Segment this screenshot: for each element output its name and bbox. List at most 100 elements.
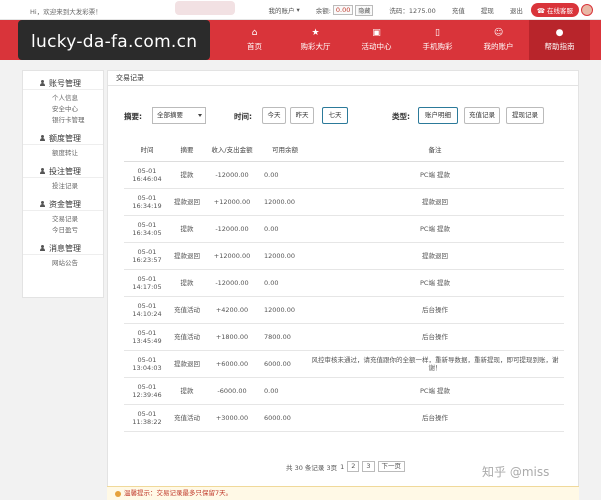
hide-balance-button[interactable]: 隐藏 xyxy=(355,4,374,16)
cell-balance: 6000.00 xyxy=(260,404,306,432)
column-header: 摘要 xyxy=(170,139,204,162)
cell-amount: -12000.00 xyxy=(204,269,260,297)
cell-balance: 12000.00 xyxy=(260,188,306,216)
filter-bar: 摘要: 全部摘要 时间: 今天 昨天 七天 类型: 账户明细 充值记录 提现记录 xyxy=(124,105,564,127)
info-icon xyxy=(115,490,121,497)
page-1-link[interactable]: 1 xyxy=(340,463,344,471)
cell-balance: 7800.00 xyxy=(260,323,306,351)
chevron-down-icon: ▾ xyxy=(296,6,300,14)
user-icon xyxy=(39,167,46,175)
cell-amount: -12000.00 xyxy=(204,161,260,189)
home-icon: ⌂ xyxy=(251,27,258,38)
cell-summary: 提款 xyxy=(170,377,204,405)
cell-note: 后台操作 xyxy=(306,404,564,432)
watermark: 知乎 @miss xyxy=(482,465,550,479)
notice-text: 温馨提示：交易记录最多只保留7天。 xyxy=(124,489,233,497)
cell-summary: 充值活动 xyxy=(170,404,204,432)
cell-time: 05-01 14:10:24 xyxy=(124,296,170,324)
sidebar-item-today-pnl[interactable]: 今日盈亏 xyxy=(23,225,103,236)
my-account-menu[interactable]: 我的账户 ▾ xyxy=(260,5,307,15)
type-withdraw-records-button[interactable]: 提现记录 xyxy=(506,107,544,124)
nav-label: 首页 xyxy=(247,41,262,51)
top-bar: Hi，欢迎来到大发彩票！ 我的账户 ▾ 余额: 0.00 隐藏 洗码：1275.… xyxy=(0,0,601,20)
nav-item-promotions[interactable]: ▣ 活动中心 xyxy=(346,20,407,60)
table-row: 05-01 16:23:57 提款退回 +12000.00 12000.00 提… xyxy=(124,242,564,270)
cell-summary: 提款 xyxy=(170,215,204,243)
cell-amount: +4200.00 xyxy=(204,296,260,324)
sidebar-group-title[interactable]: 投注管理 xyxy=(23,165,103,178)
sidebar-item-announcements[interactable]: 网站公告 xyxy=(23,258,103,269)
balance-area: 余额: 0.00 隐藏 xyxy=(308,4,382,16)
nav-label: 我的账户 xyxy=(483,41,514,51)
avatar[interactable] xyxy=(581,4,593,16)
nav-item-my-account[interactable]: ☺ 我的账户 xyxy=(468,20,529,60)
nav-item-home[interactable]: ⌂ 首页 xyxy=(224,20,285,60)
customer-service-button[interactable]: ☎ 在线客服 xyxy=(530,3,579,17)
cell-balance: 0.00 xyxy=(260,377,306,405)
page-2-button[interactable]: 2 xyxy=(347,461,360,472)
cell-amount: +6000.00 xyxy=(204,350,260,378)
nav-item-lottery-hall[interactable]: ★ 购彩大厅 xyxy=(285,20,346,60)
summary-select[interactable]: 全部摘要 xyxy=(152,107,206,124)
cell-time: 05-01 16:34:19 xyxy=(124,188,170,216)
cell-summary: 充值活动 xyxy=(170,323,204,351)
help-icon: ● xyxy=(555,27,564,38)
sidebar-item-profile[interactable]: 个人信息 xyxy=(23,93,103,104)
cell-balance: 0.00 xyxy=(260,215,306,243)
cell-summary: 充值活动 xyxy=(170,296,204,324)
cell-balance: 12000.00 xyxy=(260,242,306,270)
sidebar-item-quota-transfer[interactable]: 额度转让 xyxy=(23,148,103,159)
sidebar-group-title[interactable]: 消息管理 xyxy=(23,242,103,255)
cell-balance: 0.00 xyxy=(260,161,306,189)
balance-label: 余额: xyxy=(315,7,331,15)
sidebar-group-quota: 额度管理 额度转让 xyxy=(23,132,103,159)
sidebar-group-title[interactable]: 额度管理 xyxy=(23,132,103,145)
type-label: 类型: xyxy=(392,112,410,121)
column-header: 收入/支出金额 xyxy=(204,139,260,162)
cell-note: 后台操作 xyxy=(306,323,564,351)
sidebar-item-bet-records[interactable]: 投注记录 xyxy=(23,181,103,192)
cell-time: 05-01 13:45:49 xyxy=(124,323,170,351)
nav-item-mobile[interactable]: ▯ 手机购彩 xyxy=(407,20,468,60)
my-account-label: 我的账户 xyxy=(268,7,295,15)
cell-time: 05-01 12:39:46 xyxy=(124,377,170,405)
cell-amount: +3000.00 xyxy=(204,404,260,432)
table-row: 05-01 12:39:46 提款 -6000.00 0.00 PC端 提款 xyxy=(124,377,564,405)
page-3-button[interactable]: 3 xyxy=(362,461,375,472)
transactions-table: 时间 摘要 收入/支出金额 可用余额 备注 05-01 16:46:04 提款 … xyxy=(124,139,564,432)
sidebar-group-title[interactable]: 账号管理 xyxy=(23,77,103,90)
cell-summary: 提款退回 xyxy=(170,350,204,378)
sidebar-item-security[interactable]: 安全中心 xyxy=(23,104,103,115)
nav-label: 手机购彩 xyxy=(422,41,453,51)
cell-time: 05-01 11:38:22 xyxy=(124,404,170,432)
withdraw-link[interactable]: 提现 xyxy=(473,5,502,15)
sidebar-group-title[interactable]: 资金管理 xyxy=(23,198,103,211)
user-icon xyxy=(39,134,46,142)
cell-note: 提款退回 xyxy=(306,188,564,216)
deposit-link[interactable]: 充值 xyxy=(444,5,473,15)
cell-note: PC端 提款 xyxy=(306,377,564,405)
pagination-summary: 共 30 条记录 3页 xyxy=(286,463,338,472)
user-icon xyxy=(39,244,46,252)
sidebar-item-bank-cards[interactable]: 银行卡管理 xyxy=(23,115,103,126)
time-today-button[interactable]: 今天 xyxy=(262,107,286,124)
cell-amount: +12000.00 xyxy=(204,242,260,270)
time-yesterday-button[interactable]: 昨天 xyxy=(290,107,314,124)
nav-item-help[interactable]: ● 帮助指南 xyxy=(529,20,590,60)
sidebar-group-funds: 资金管理 交易记录 今日盈亏 xyxy=(23,198,103,236)
sidebar-group-account: 账号管理 个人信息 安全中心 银行卡管理 xyxy=(23,77,103,126)
main-nav: ⌂ 首页 ★ 购彩大厅 ▣ 活动中心 ▯ 手机购彩 ☺ 我的账户 ● 帮助指南 xyxy=(224,20,590,60)
cell-time: 05-01 16:34:05 xyxy=(124,215,170,243)
user-icon xyxy=(39,200,46,208)
table-row: 05-01 16:46:04 提款 -12000.00 0.00 PC端 提款 xyxy=(124,161,564,189)
type-account-detail-button[interactable]: 账户明细 xyxy=(418,107,458,124)
sidebar-item-transactions[interactable]: 交易记录 xyxy=(23,214,103,225)
cell-note: PC端 提款 xyxy=(306,269,564,297)
cell-balance: 0.00 xyxy=(260,269,306,297)
table-row: 05-01 13:04:03 提款退回 +6000.00 6000.00 风控审… xyxy=(124,350,564,378)
cell-summary: 提款退回 xyxy=(170,242,204,270)
time-seven-days-button[interactable]: 七天 xyxy=(322,107,348,124)
next-page-button[interactable]: 下一页 xyxy=(377,461,406,472)
logout-link[interactable]: 退出 xyxy=(502,5,531,15)
type-deposit-records-button[interactable]: 充值记录 xyxy=(464,107,500,124)
